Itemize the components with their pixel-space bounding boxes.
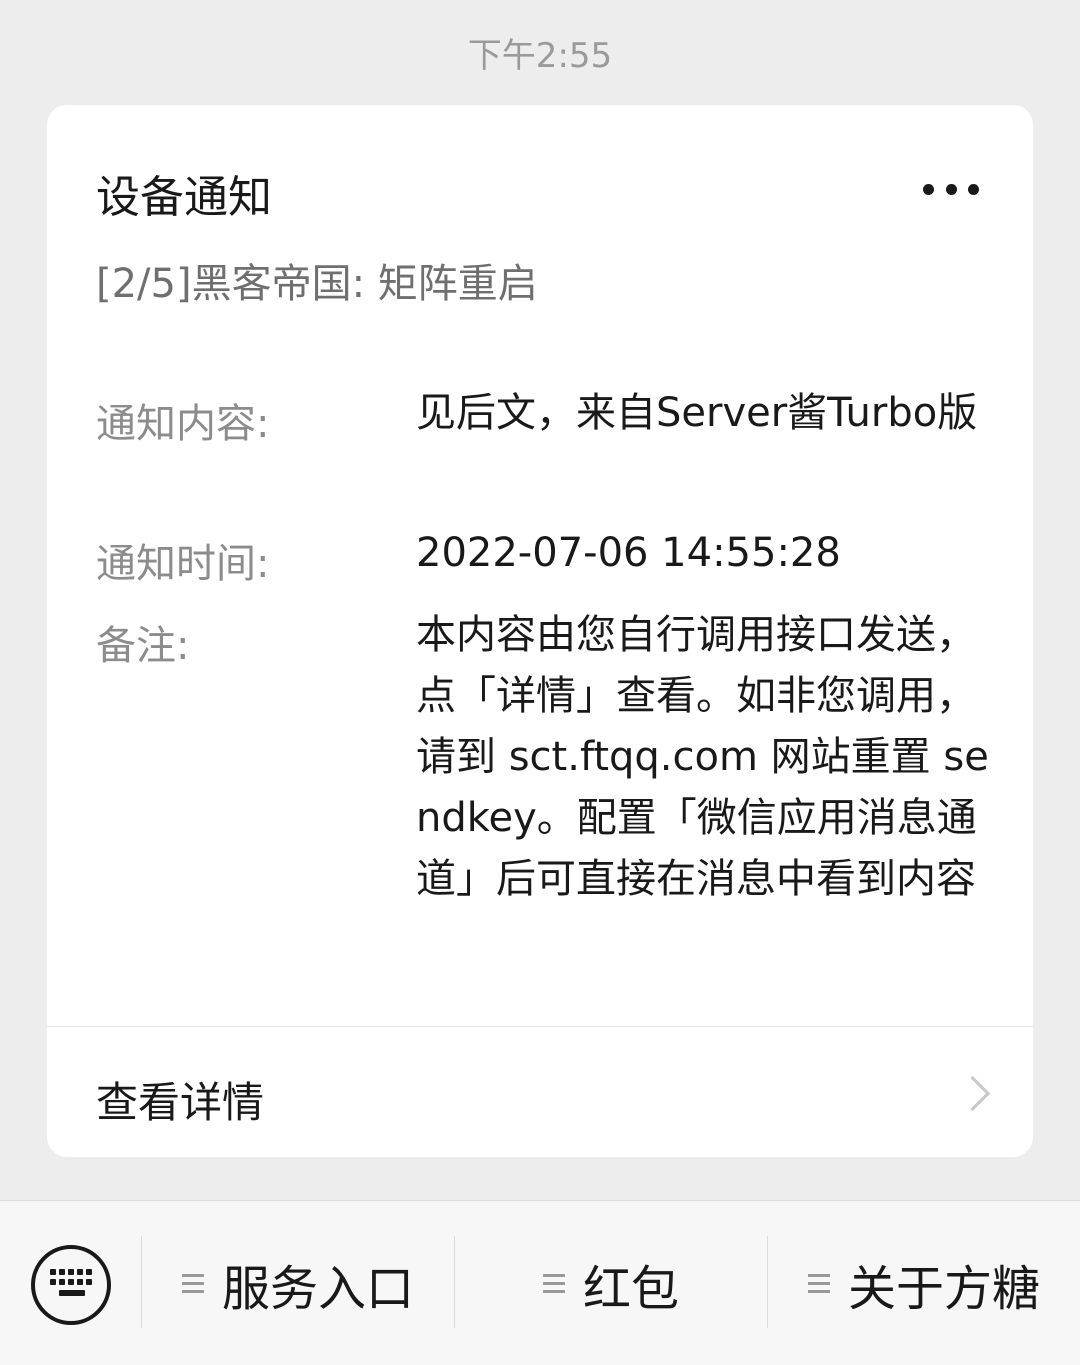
menu-lines-icon [542, 1273, 565, 1294]
menu-item-service[interactable]: 服务入口 [142, 1201, 454, 1365]
menu-item-label: 服务入口 [221, 1260, 414, 1317]
field-value-time: 2022-07-06 14:55:28 [416, 530, 841, 576]
card-title: 设备通知 [96, 172, 272, 223]
menu-item-redpacket[interactable]: 红包 [455, 1201, 767, 1365]
menu-lines-icon [181, 1273, 204, 1294]
field-value-remark: 本内容由您自行调用接口发送，点「详情」查看。如非您调用，请到 sct.ftqq.… [416, 612, 989, 902]
menu-lines-icon [807, 1273, 830, 1294]
card-subtitle: [2/5]黑客帝国: 矩阵重启 [96, 261, 538, 307]
bottom-menu-bar: 服务入口 红包 关于方糖 [0, 1200, 1080, 1365]
keyboard-icon [50, 1269, 94, 1303]
menu-item-about[interactable]: 关于方糖 [768, 1201, 1080, 1365]
field-label-time: 通知时间: [96, 541, 270, 587]
chat-screen: 下午2:55 设备通知 [2/5]黑客帝国: 矩阵重启 通知内容: 见后文，来自… [0, 0, 1080, 1365]
field-value-content: 见后文，来自Server酱Turbo版 [416, 390, 978, 436]
chevron-right-icon [954, 1075, 991, 1112]
view-details-button[interactable]: 查看详情 [47, 1027, 1033, 1157]
message-timestamp: 下午2:55 [467, 36, 613, 76]
menu-item-label: 关于方糖 [847, 1260, 1040, 1317]
view-details-label: 查看详情 [96, 1078, 265, 1127]
field-label-remark: 备注: [96, 623, 190, 669]
keyboard-toggle-button[interactable] [31, 1245, 111, 1325]
field-label-content: 通知内容: [96, 401, 270, 447]
more-dots-icon[interactable] [923, 183, 979, 195]
notification-card[interactable]: 设备通知 [2/5]黑客帝国: 矩阵重启 通知内容: 见后文，来自Server酱… [47, 105, 1033, 1157]
menu-item-label: 红包 [582, 1260, 679, 1317]
